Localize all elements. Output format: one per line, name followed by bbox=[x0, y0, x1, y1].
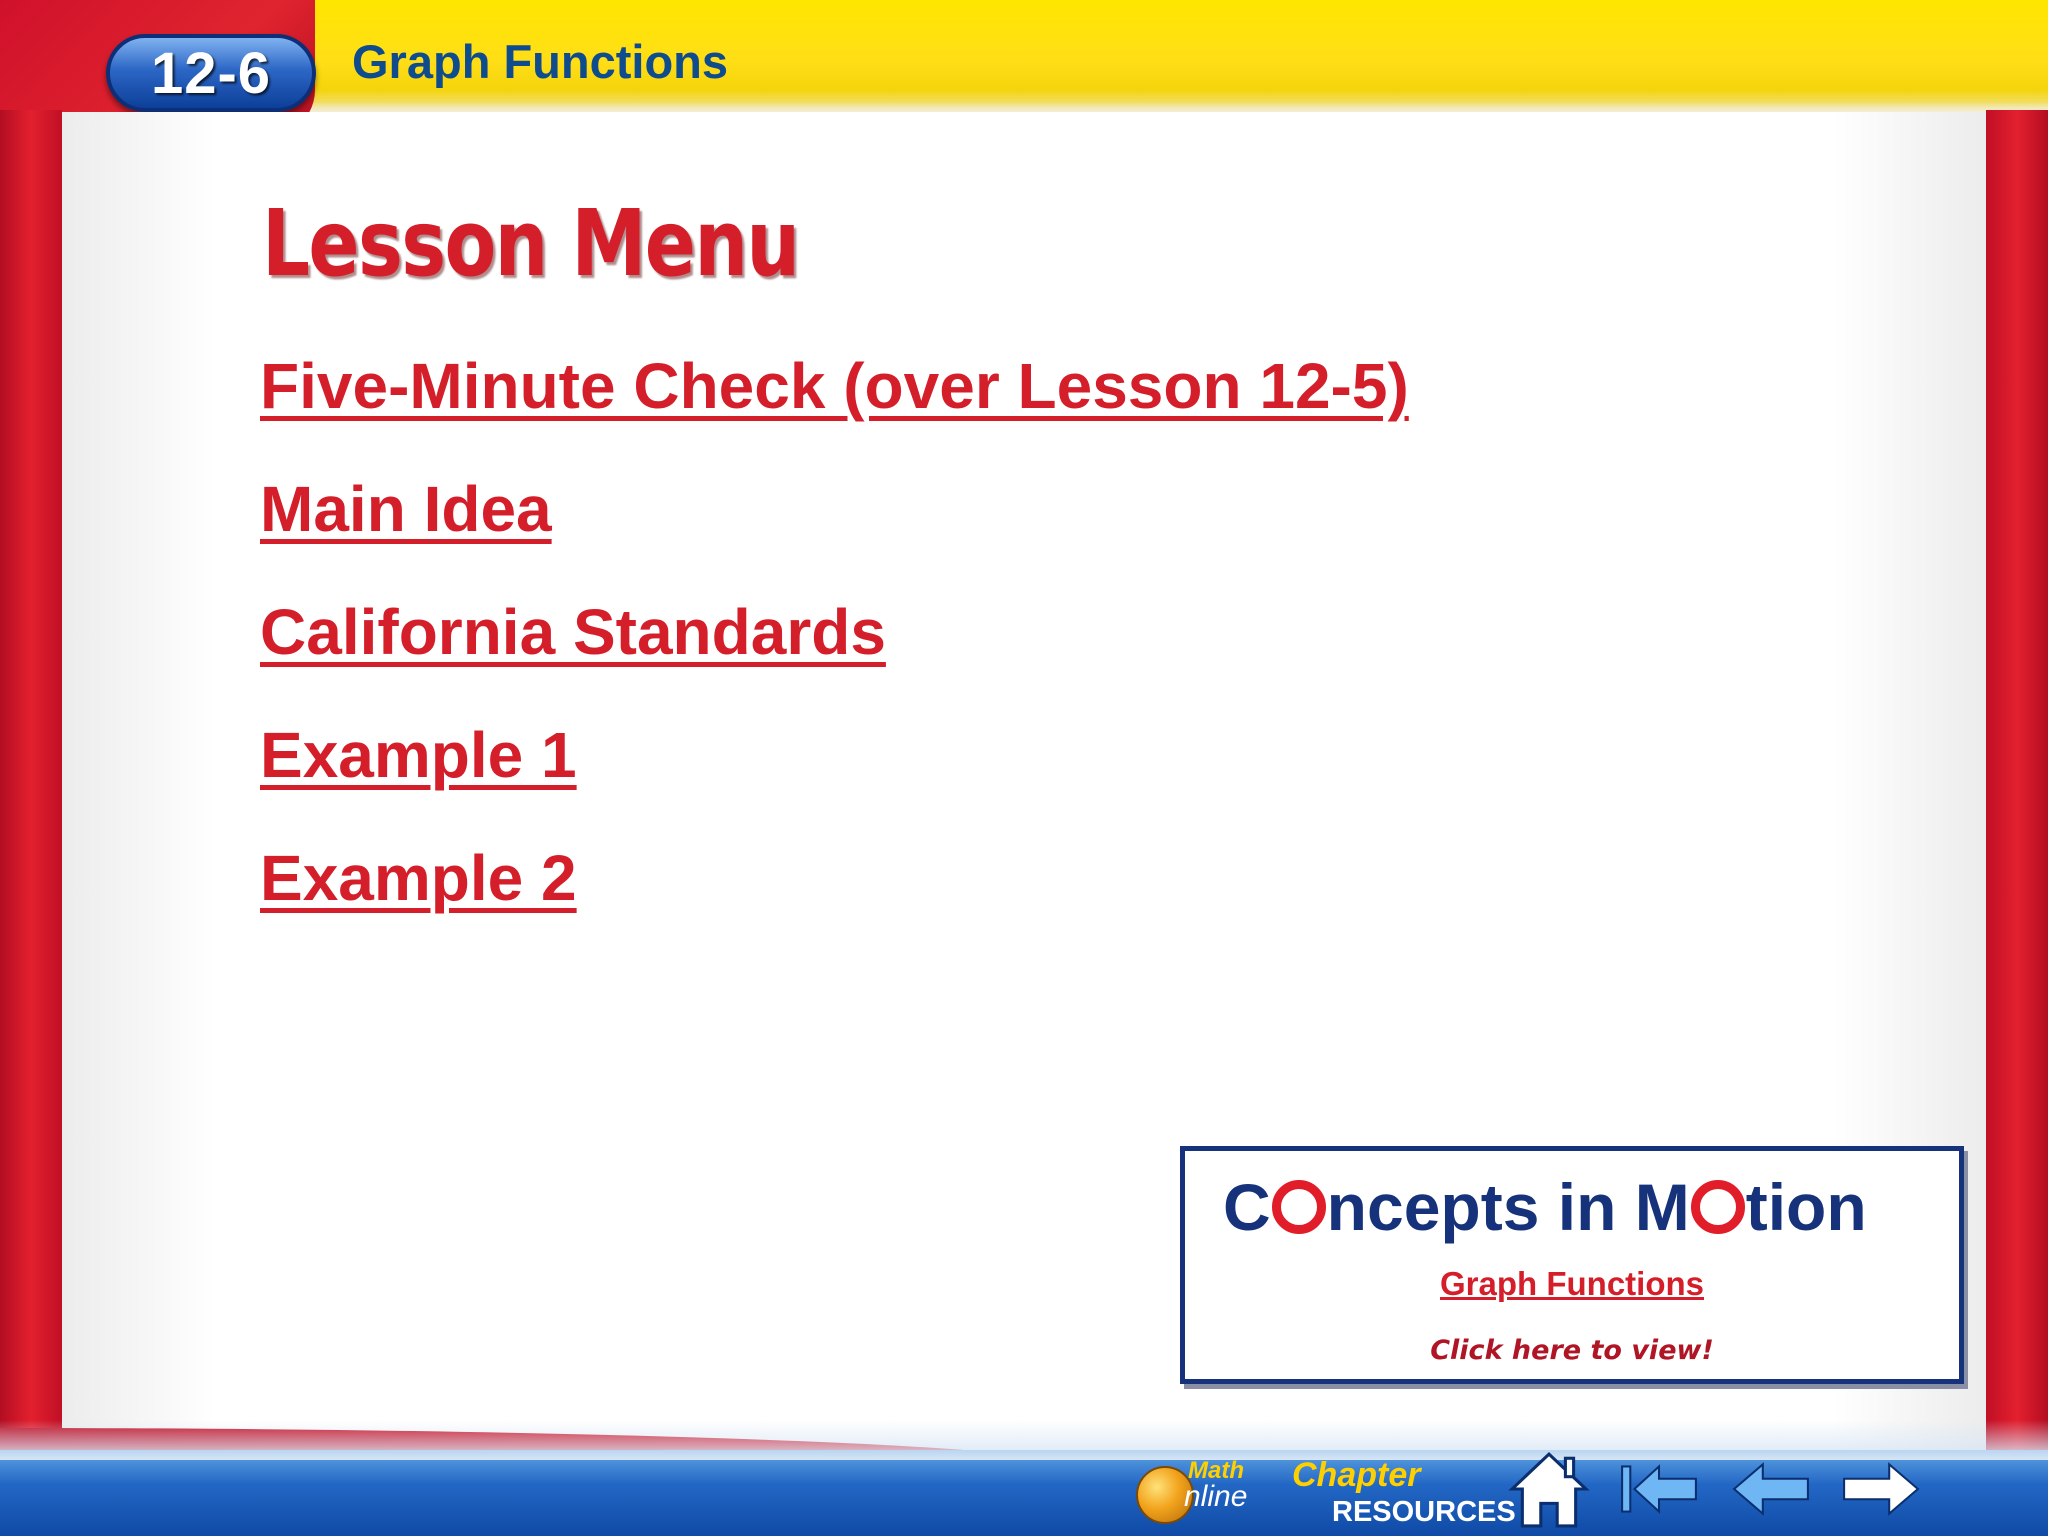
motion-o-icon bbox=[1690, 1180, 1745, 1234]
chapter-resources-button[interactable]: Chapter RESOURCES bbox=[1292, 1452, 1516, 1532]
math-online-label: Math nline bbox=[1184, 1458, 1247, 1512]
lesson-menu: Five-Minute Check (over Lesson 12-5) Mai… bbox=[260, 346, 1409, 961]
motion-o-icon bbox=[1271, 1180, 1326, 1234]
menu-item-california-standards[interactable]: California Standards bbox=[260, 592, 1409, 715]
click-here-to-view[interactable]: Click here to view! bbox=[1185, 1335, 1959, 1366]
lesson-title: Graph Functions bbox=[352, 35, 728, 88]
right-frame bbox=[1986, 110, 2048, 1450]
menu-item-main-idea[interactable]: Main Idea bbox=[260, 469, 1409, 592]
cim-title-prefix: C bbox=[1223, 1170, 1271, 1244]
concepts-in-motion-logo: Cncepts in M tion bbox=[1223, 1169, 1867, 1245]
lesson-number-badge: 12-6 bbox=[106, 34, 316, 112]
concepts-in-motion-panel[interactable]: Cncepts in M tion Graph Functions Click h… bbox=[1180, 1146, 1964, 1384]
chapter-resources-line2: RESOURCES bbox=[1332, 1496, 1516, 1528]
next-slide-icon[interactable] bbox=[1840, 1448, 1922, 1530]
cim-title-suffix: tion bbox=[1745, 1170, 1867, 1244]
menu-item-example-1[interactable]: Example 1 bbox=[260, 715, 1409, 838]
menu-item-example-2[interactable]: Example 2 bbox=[260, 838, 1409, 961]
lesson-number: 12-6 bbox=[150, 40, 272, 106]
concepts-in-motion-link[interactable]: Graph Functions bbox=[1185, 1265, 1959, 1303]
home-icon[interactable] bbox=[1508, 1448, 1590, 1530]
menu-item-five-minute-check[interactable]: Five-Minute Check (over Lesson 12-5) bbox=[260, 346, 1409, 469]
math-online-line2: nline bbox=[1184, 1480, 1248, 1513]
page-title: Lesson Menu bbox=[262, 190, 800, 297]
chapter-resources-line1: Chapter bbox=[1292, 1456, 1421, 1494]
left-frame bbox=[0, 110, 62, 1450]
math-online-button[interactable]: Math nline bbox=[1132, 1452, 1262, 1532]
previous-slide-icon[interactable] bbox=[1730, 1448, 1812, 1530]
cim-title-mid: ncepts in M bbox=[1326, 1170, 1690, 1244]
first-slide-icon[interactable] bbox=[1618, 1448, 1700, 1530]
